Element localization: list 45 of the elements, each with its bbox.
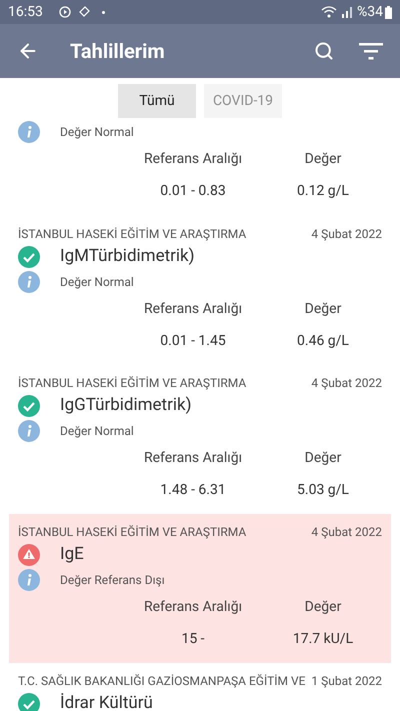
result-date: 1 Şubat 2022	[311, 673, 382, 690]
status-note: Değer Normal	[60, 124, 134, 141]
column-header: Değer	[304, 598, 342, 616]
navigation-icon	[78, 6, 90, 18]
column-header: Referans Aralığı	[144, 598, 242, 616]
reference-range: 0.01 - 0.83	[160, 182, 226, 200]
battery-icon	[385, 6, 392, 18]
battery-percent: %34	[357, 2, 383, 22]
signal-icon	[341, 6, 353, 18]
status-note: Değer Normal	[60, 274, 134, 291]
result-value: 17.7 kU/L	[292, 630, 354, 648]
play-icon	[58, 6, 71, 18]
column-header: Referans Aralığı	[144, 150, 242, 168]
result-date: 4 Şubat 2022	[311, 375, 382, 392]
reference-range: 1.48 - 6.31	[160, 480, 226, 500]
reference-range: 0.01 - 1.45	[160, 332, 226, 350]
result-value: 0.46 g/L	[297, 332, 349, 350]
column-header: Değer	[304, 448, 342, 468]
test-name: IgMTürbidimetrik)	[60, 245, 195, 268]
result-value: 5.03 g/L	[297, 480, 349, 500]
info-icon	[18, 569, 40, 591]
column-header: Referans Aralığı	[144, 300, 242, 318]
info-icon	[18, 271, 40, 293]
result-date: 4 Şubat 2022	[311, 226, 382, 243]
filter-tab[interactable]: Tümü	[118, 84, 196, 118]
column-header: Değer	[304, 150, 342, 168]
result-date: 4 Şubat 2022	[311, 524, 382, 541]
result-value: 0.12 g/L	[297, 182, 349, 200]
hospital-name: İSTANBUL HASEKİ EĞİTİM VE ARAŞTIRMA	[18, 226, 246, 243]
info-icon	[18, 420, 40, 442]
test-name: IgE	[60, 543, 84, 566]
wifi-icon	[321, 6, 337, 18]
hospital-name: T.C. SAĞLIK BAKANLIĞI GAZİOSMANPAŞA EĞİTİM VE	[18, 673, 306, 690]
status-note: Değer Referans Dışı	[60, 572, 165, 589]
column-header: Değer	[304, 300, 342, 318]
status-note: Değer Normal	[60, 423, 134, 440]
reference-range: 15 -	[181, 630, 205, 648]
clock: 16:53	[8, 2, 43, 22]
hospital-name: İSTANBUL HASEKİ EĞİTİM VE ARAŞTIRMA	[18, 524, 246, 541]
hospital-name: İSTANBUL HASEKİ EĞİTİM VE ARAŞTIRMA	[18, 375, 246, 392]
test-name: İdrar Kültürü	[60, 692, 153, 711]
column-header: Referans Aralığı	[144, 448, 242, 468]
info-icon	[18, 121, 40, 143]
test-name: IgGTürbidimetrik)	[60, 394, 192, 418]
page-title: Tahlillerim	[70, 38, 165, 65]
